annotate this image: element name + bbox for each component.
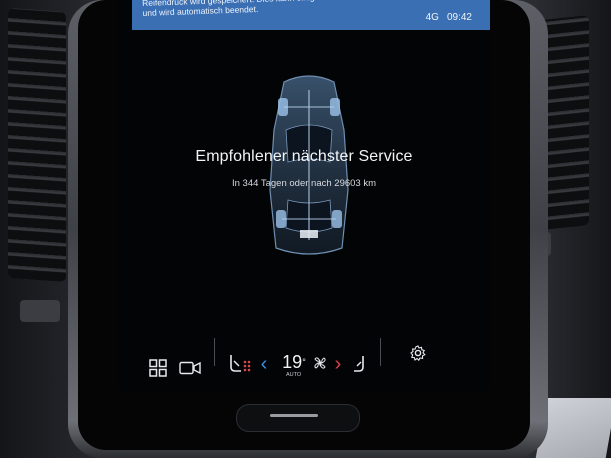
seat-icon bbox=[354, 356, 364, 372]
temp-increase-button[interactable]: › bbox=[332, 352, 344, 376]
vent-knob-left bbox=[20, 300, 60, 322]
app-grid-button[interactable] bbox=[148, 358, 168, 378]
chevron-right-icon: › bbox=[334, 352, 342, 375]
temperature-unit: ° bbox=[302, 357, 306, 367]
home-button[interactable] bbox=[236, 404, 360, 432]
air-vent-left bbox=[8, 7, 66, 283]
camera-button[interactable] bbox=[178, 360, 202, 376]
temp-decrease-button[interactable]: ‹ bbox=[258, 352, 270, 376]
temperature-value: 19 bbox=[282, 351, 303, 372]
signal-indicator: 4G bbox=[425, 12, 439, 23]
fan-button[interactable] bbox=[312, 355, 328, 371]
chevron-left-icon: ‹ bbox=[260, 352, 268, 375]
climate-mode-label: AUTO bbox=[286, 372, 302, 378]
seat-heat-right-button[interactable] bbox=[350, 353, 372, 375]
bar-divider bbox=[380, 338, 381, 366]
notification-banner[interactable]: Reifendruck wird gespeichert. Dies kann … bbox=[132, 0, 490, 30]
seat-heat-left-button[interactable] bbox=[224, 353, 254, 375]
fan-icon bbox=[314, 357, 326, 369]
settings-button[interactable] bbox=[408, 343, 428, 363]
service-subtitle: In 344 Tagen oder nach 29603 km bbox=[231, 178, 377, 189]
grid-icon bbox=[149, 359, 167, 377]
infotainment-screen: Reifendruck wird gespeichert. Dies kann … bbox=[118, 0, 490, 392]
notification-text: Reifendruck wird gespeichert. Dies kann … bbox=[142, 0, 365, 18]
clock: 09:42 bbox=[446, 12, 472, 23]
home-button-line bbox=[270, 414, 318, 417]
seat-heat-icon bbox=[230, 355, 251, 372]
bar-divider bbox=[214, 338, 215, 366]
status-bar: 4G 09:42 bbox=[426, 12, 472, 23]
service-title: Empfohlener nächster Service bbox=[195, 148, 413, 165]
camera-icon bbox=[179, 361, 201, 375]
gear-icon bbox=[410, 345, 426, 361]
